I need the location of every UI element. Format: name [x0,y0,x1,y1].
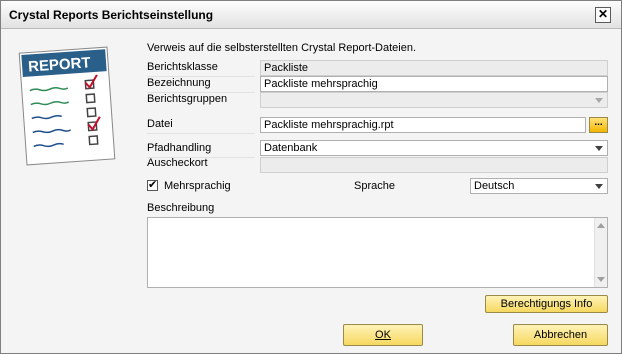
pfadhandling-label: Pfadhandling [147,142,212,154]
abbrechen-button[interactable]: Abbrechen [513,324,608,346]
datei-label: Datei [147,118,173,130]
chevron-down-icon [595,184,603,189]
browse-button[interactable]: ... [589,117,608,133]
datei-input[interactable]: Packliste mehrsprachig.rpt [260,117,586,133]
ausscheckort-field [260,157,608,173]
close-button[interactable]: ✕ [595,7,611,23]
berichtsklasse-label: Berichtsklasse [147,61,218,73]
berichtsgruppen-label: Berichtsgruppen [147,93,228,105]
mehrsprachig-label: Mehrsprachig [164,180,231,192]
pfadhandling-dropdown[interactable]: Datenbank [260,140,608,156]
beschreibung-label: Beschreibung [147,202,215,214]
beschreibung-textarea[interactable] [147,217,608,288]
ok-label: OK [375,329,391,341]
berechtigungs-info-button[interactable]: Berechtigungs Info [485,295,608,313]
separator [147,133,255,134]
intro-text: Verweis auf die selbsterstellten Crystal… [147,42,417,54]
berichtsklasse-field: Packliste [260,60,608,76]
ausscheckort-label: Auscheckort [147,157,208,169]
title-bar[interactable]: Crystal Reports Berichtseinstellung ✕ [1,1,621,29]
beschreibung-scrollbar[interactable] [594,218,607,287]
scroll-down-icon[interactable] [597,277,605,282]
window-title: Crystal Reports Berichtseinstellung [9,8,214,22]
sprache-value: Deutsch [474,180,515,192]
chevron-down-icon [595,146,603,151]
chevron-down-icon [595,98,603,103]
ok-button[interactable]: OK [343,324,423,346]
bezeichnung-label: Bezeichnung [147,77,211,89]
berichtsgruppen-dropdown[interactable] [260,92,608,108]
sprache-dropdown[interactable]: Deutsch [470,178,608,194]
scroll-up-icon[interactable] [597,223,605,228]
pfadhandling-value: Datenbank [264,142,318,154]
dialog-window: Crystal Reports Berichtseinstellung ✕ RE… [0,0,622,354]
sprache-label: Sprache [354,180,395,192]
report-logo-icon: REPORT [18,46,116,166]
bezeichnung-input[interactable]: Packliste mehrsprachig [260,76,608,92]
mehrsprachig-checkbox[interactable]: ✔ [147,180,158,191]
